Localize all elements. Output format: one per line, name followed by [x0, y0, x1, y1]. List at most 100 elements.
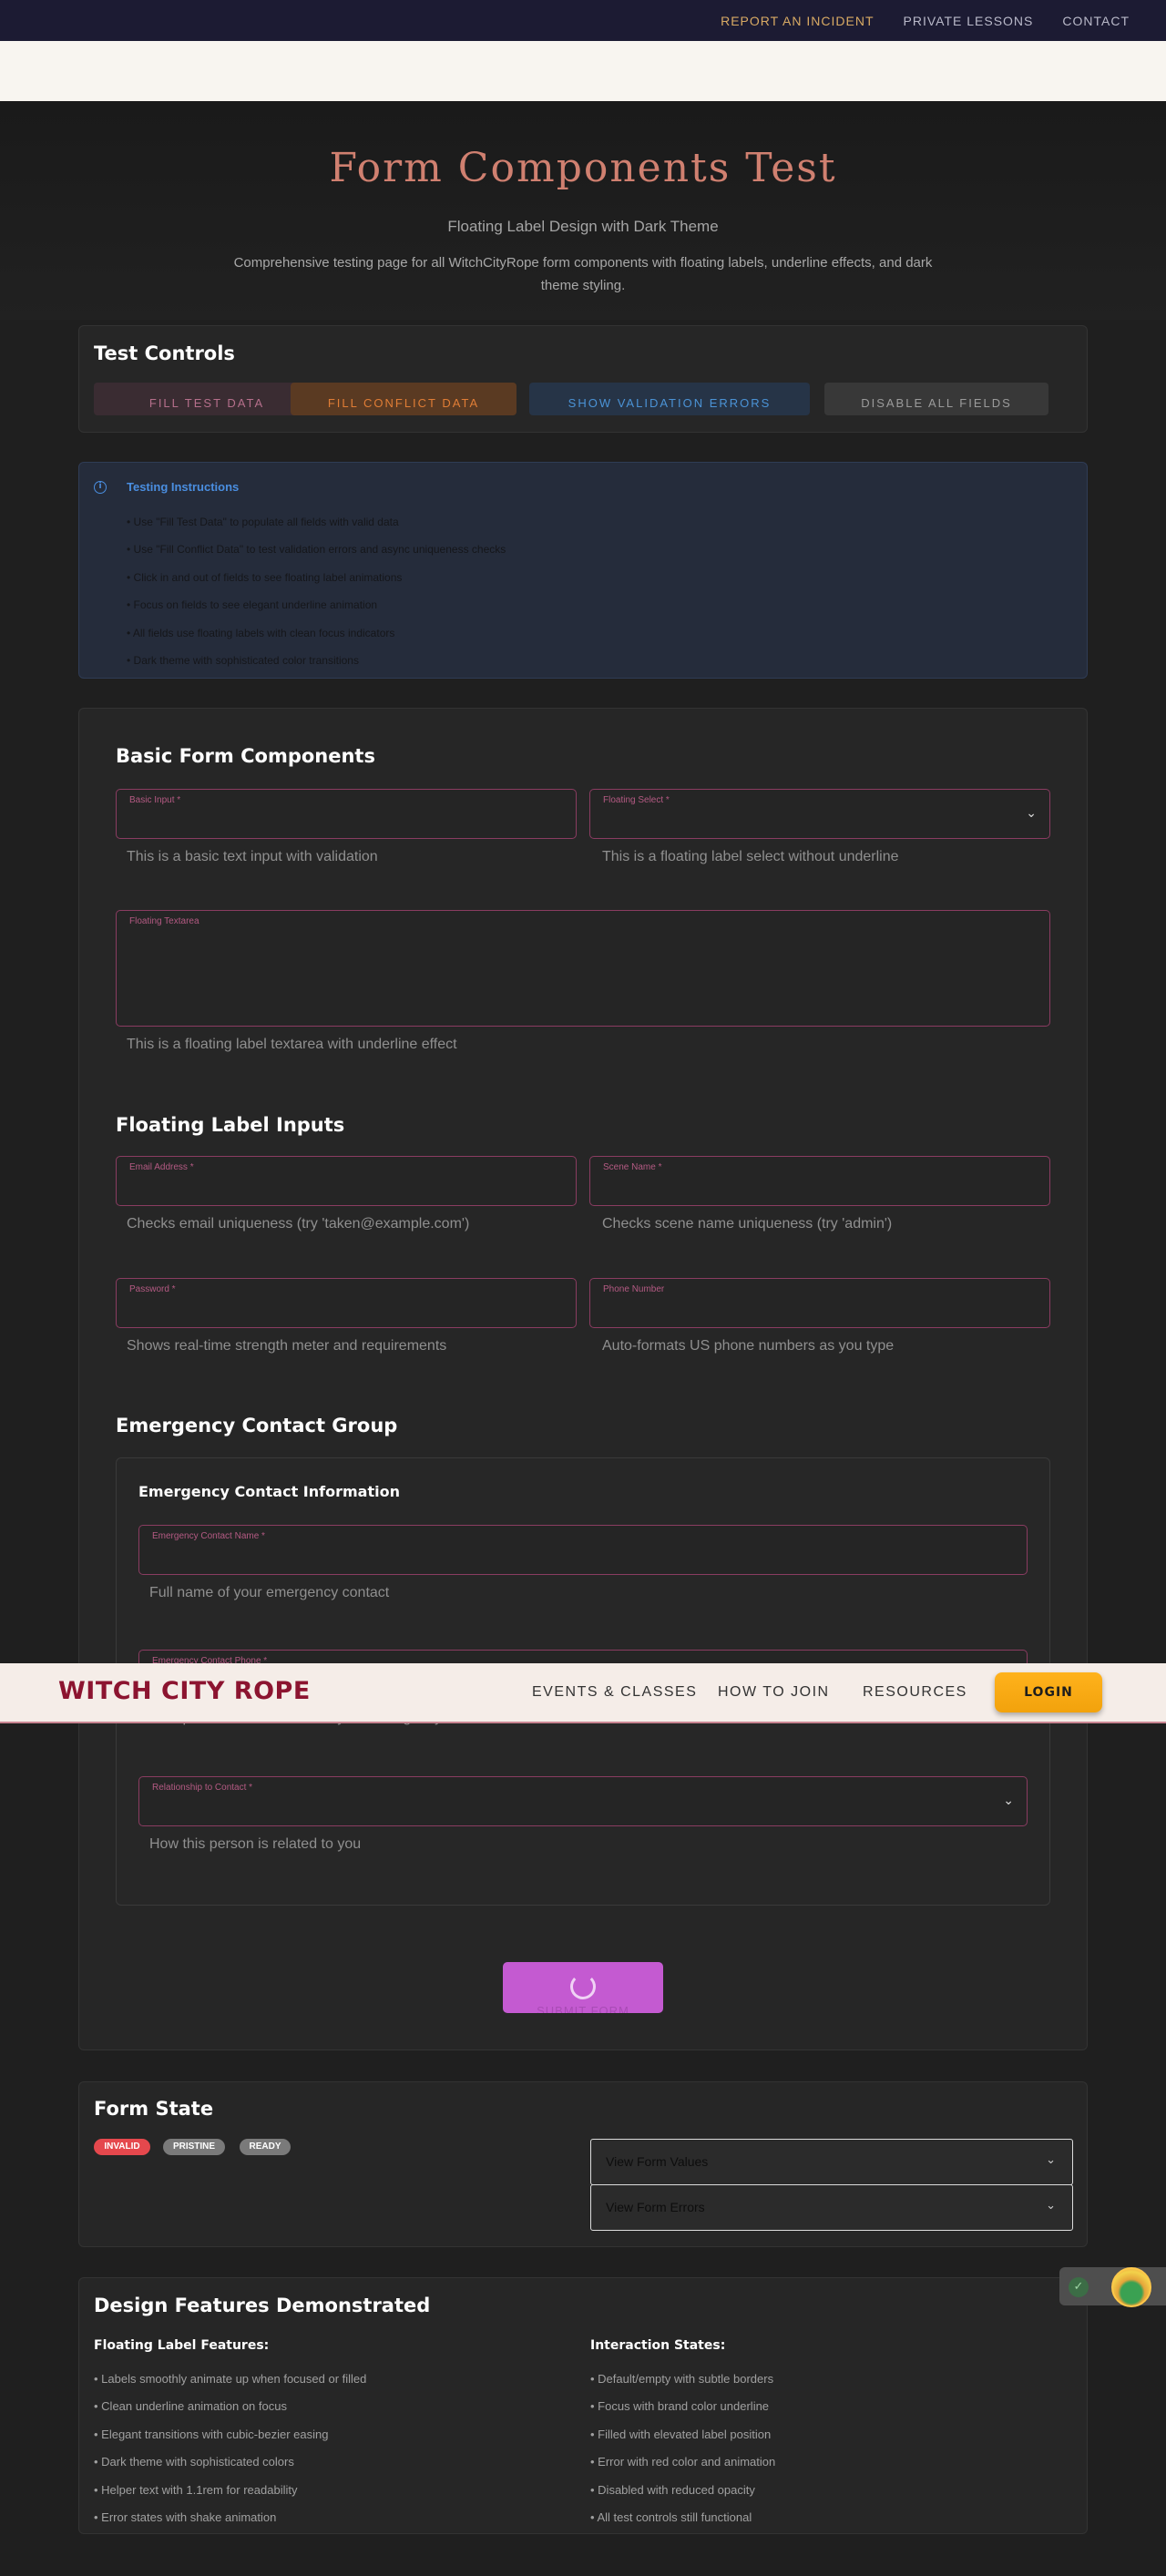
list-item: • Helper text with 1.1rem for readabilit…	[94, 2482, 298, 2497]
floating-dev-widget[interactable]: ✓	[1059, 2267, 1166, 2307]
view-form-values-accordion[interactable]: View Form Values ⌄	[590, 2139, 1073, 2185]
fill-test-data-button[interactable]: FILL TEST DATA	[94, 383, 320, 415]
emergency-name-label: Emergency Contact Name *	[152, 1531, 265, 1541]
private-lessons-link[interactable]: PRIVATE LESSONS	[904, 14, 1034, 28]
relationship-select[interactable]: Relationship to Contact * ⌄	[138, 1776, 1028, 1826]
phone-field[interactable]: Phone Number	[589, 1278, 1050, 1328]
avatar[interactable]	[1111, 2267, 1151, 2307]
list-item: • Elegant transitions with cubic-bezier …	[94, 2427, 329, 2441]
page-hero: Form Components Test Floating Label Desi…	[0, 101, 1166, 320]
password-field[interactable]: Password *	[116, 1278, 577, 1328]
submit-form-label: SUBMIT FORM	[537, 2004, 629, 2013]
chevron-down-icon: ⌄	[1003, 1794, 1014, 1808]
list-item: • Filled with elevated label position	[590, 2427, 772, 2441]
test-controls-panel: Test Controls FILL TEST DATA FILL CONFLI…	[78, 325, 1088, 433]
floating-textarea-label: Floating Textarea	[129, 916, 199, 926]
fill-conflict-data-button[interactable]: FILL CONFLICT DATA	[291, 383, 517, 415]
page-title: Form Components Test	[329, 145, 837, 191]
floating-select-label: Floating Select *	[603, 795, 670, 805]
disable-all-fields-button[interactable]: DISABLE ALL FIELDS	[824, 383, 1048, 415]
floating-textarea[interactable]: Floating Textarea	[116, 910, 1050, 1027]
nav-how-to-join[interactable]: HOW TO JOIN	[718, 1684, 830, 1701]
email-helper: Checks email uniqueness (try 'taken@exam…	[127, 1216, 470, 1232]
list-item: • Clean underline animation on focus	[94, 2399, 287, 2414]
page-subtitle: Floating Label Design with Dark Theme	[447, 218, 719, 235]
login-button[interactable]: LOGIN	[995, 1672, 1102, 1712]
main-navbar: WITCH CITY ROPE EVENTS & CLASSES HOW TO …	[0, 1663, 1166, 1723]
list-item: • All fields use floating labels with cl…	[127, 626, 395, 639]
report-incident-link[interactable]: REPORT AN INCIDENT	[721, 14, 874, 28]
floating-select-helper: This is a floating label select without …	[602, 849, 899, 864]
utility-nav: REPORT AN INCIDENT PRIVATE LESSONS CONTA…	[0, 0, 1166, 41]
form-state-title: Form State	[94, 2098, 214, 2120]
email-label: Email Address *	[129, 1162, 194, 1172]
basic-input-label: Basic Input *	[129, 795, 181, 805]
list-item: • Disabled with reduced opacity	[590, 2482, 755, 2497]
email-field[interactable]: Email Address *	[116, 1156, 577, 1206]
emergency-section-title: Emergency Contact Group	[116, 1415, 398, 1436]
scene-name-helper: Checks scene name uniqueness (try 'admin…	[602, 1216, 893, 1232]
submit-form-button[interactable]: SUBMIT FORM	[503, 1962, 663, 2013]
design-features-panel: Design Features Demonstrated Floating La…	[78, 2277, 1088, 2534]
list-item: • Error states with shake animation	[94, 2510, 277, 2524]
phone-label: Phone Number	[603, 1284, 665, 1294]
password-helper: Shows real-time strength meter and requi…	[127, 1338, 447, 1354]
relationship-label: Relationship to Contact *	[152, 1783, 253, 1793]
list-item: • Click in and out of fields to see floa…	[127, 570, 403, 584]
emergency-name-field[interactable]: Emergency Contact Name *	[138, 1525, 1028, 1575]
check-icon[interactable]: ✓	[1069, 2277, 1089, 2297]
list-item: • Focus on fields to see elegant underli…	[127, 598, 378, 612]
page-description: Comprehensive testing page for all Witch…	[233, 255, 933, 293]
list-item: • Error with red color and animation	[590, 2455, 776, 2469]
status-badge-pristine: PRISTINE	[163, 2139, 225, 2155]
scene-name-field[interactable]: Scene Name *	[589, 1156, 1050, 1206]
nav-resources[interactable]: RESOURCES	[863, 1684, 967, 1701]
floating-features-heading: Floating Label Features:	[94, 2338, 270, 2353]
chevron-down-icon: ⌄	[1026, 806, 1037, 821]
info-icon: i	[94, 481, 107, 494]
basic-input-helper: This is a basic text input with validati…	[127, 849, 378, 864]
nav-events-classes[interactable]: EVENTS & CLASSES	[532, 1684, 697, 1701]
interaction-states-heading: Interaction States:	[590, 2338, 726, 2353]
phone-helper: Auto-formats US phone numbers as you typ…	[602, 1338, 895, 1354]
list-item: • Labels smoothly animate up when focuse…	[94, 2372, 367, 2386]
accordion-label: View Form Values	[606, 2154, 709, 2169]
list-item: • Default/empty with subtle borders	[590, 2372, 774, 2386]
list-item: • Use "Fill Conflict Data" to test valid…	[127, 543, 506, 557]
textarea-helper: This is a floating label textarea with u…	[127, 1037, 457, 1052]
instructions-list: • Use "Fill Test Data" to populate all f…	[127, 508, 506, 674]
list-item: • All test controls still functional	[590, 2510, 752, 2524]
list-item: • Dark theme with sophisticated colors	[94, 2455, 294, 2469]
main-form-panel: Basic Form Components Basic Input * This…	[78, 708, 1088, 2050]
design-features-title: Design Features Demonstrated	[94, 2295, 431, 2316]
loading-spinner-icon	[570, 1974, 596, 1999]
floating-select[interactable]: Floating Select * ⌄	[589, 789, 1050, 839]
relationship-helper: How this person is related to you	[149, 1836, 362, 1852]
password-label: Password *	[129, 1284, 176, 1294]
basic-input[interactable]: Basic Input *	[116, 789, 577, 839]
brand-logo[interactable]: WITCH CITY ROPE	[58, 1677, 311, 1705]
test-controls-title: Test Controls	[94, 342, 235, 364]
chevron-down-icon: ⌄	[1046, 2199, 1056, 2213]
status-badge-invalid: INVALID	[94, 2139, 150, 2155]
emergency-name-helper: Full name of your emergency contact	[149, 1585, 390, 1600]
status-badge-ready: READY	[240, 2139, 291, 2155]
view-form-errors-accordion[interactable]: View Form Errors ⌄	[590, 2184, 1073, 2231]
basic-section-title: Basic Form Components	[116, 745, 375, 767]
form-state-panel: Form State INVALID PRISTINE READY View F…	[78, 2081, 1088, 2247]
list-item: • Use "Fill Test Data" to populate all f…	[127, 516, 399, 528]
instructions-title: Testing Instructions	[127, 480, 240, 494]
show-validation-errors-button[interactable]: SHOW VALIDATION ERRORS	[529, 383, 810, 415]
chevron-down-icon: ⌄	[1046, 2153, 1056, 2167]
floating-section-title: Floating Label Inputs	[116, 1114, 345, 1136]
floating-features-list: • Labels smoothly animate up when focuse…	[94, 2366, 366, 2531]
list-item: • Dark theme with sophisticated color tr…	[127, 653, 359, 667]
testing-instructions-panel: i Testing Instructions • Use "Fill Test …	[78, 462, 1088, 679]
emergency-card-title: Emergency Contact Information	[138, 1483, 400, 1500]
scene-name-label: Scene Name *	[603, 1162, 662, 1172]
accordion-label: View Form Errors	[606, 2200, 705, 2214]
list-item: • Focus with brand color underline	[590, 2399, 770, 2414]
interaction-states-list: • Default/empty with subtle borders • Fo…	[590, 2366, 775, 2531]
header-strip	[0, 41, 1166, 101]
contact-link[interactable]: CONTACT	[1062, 14, 1130, 28]
